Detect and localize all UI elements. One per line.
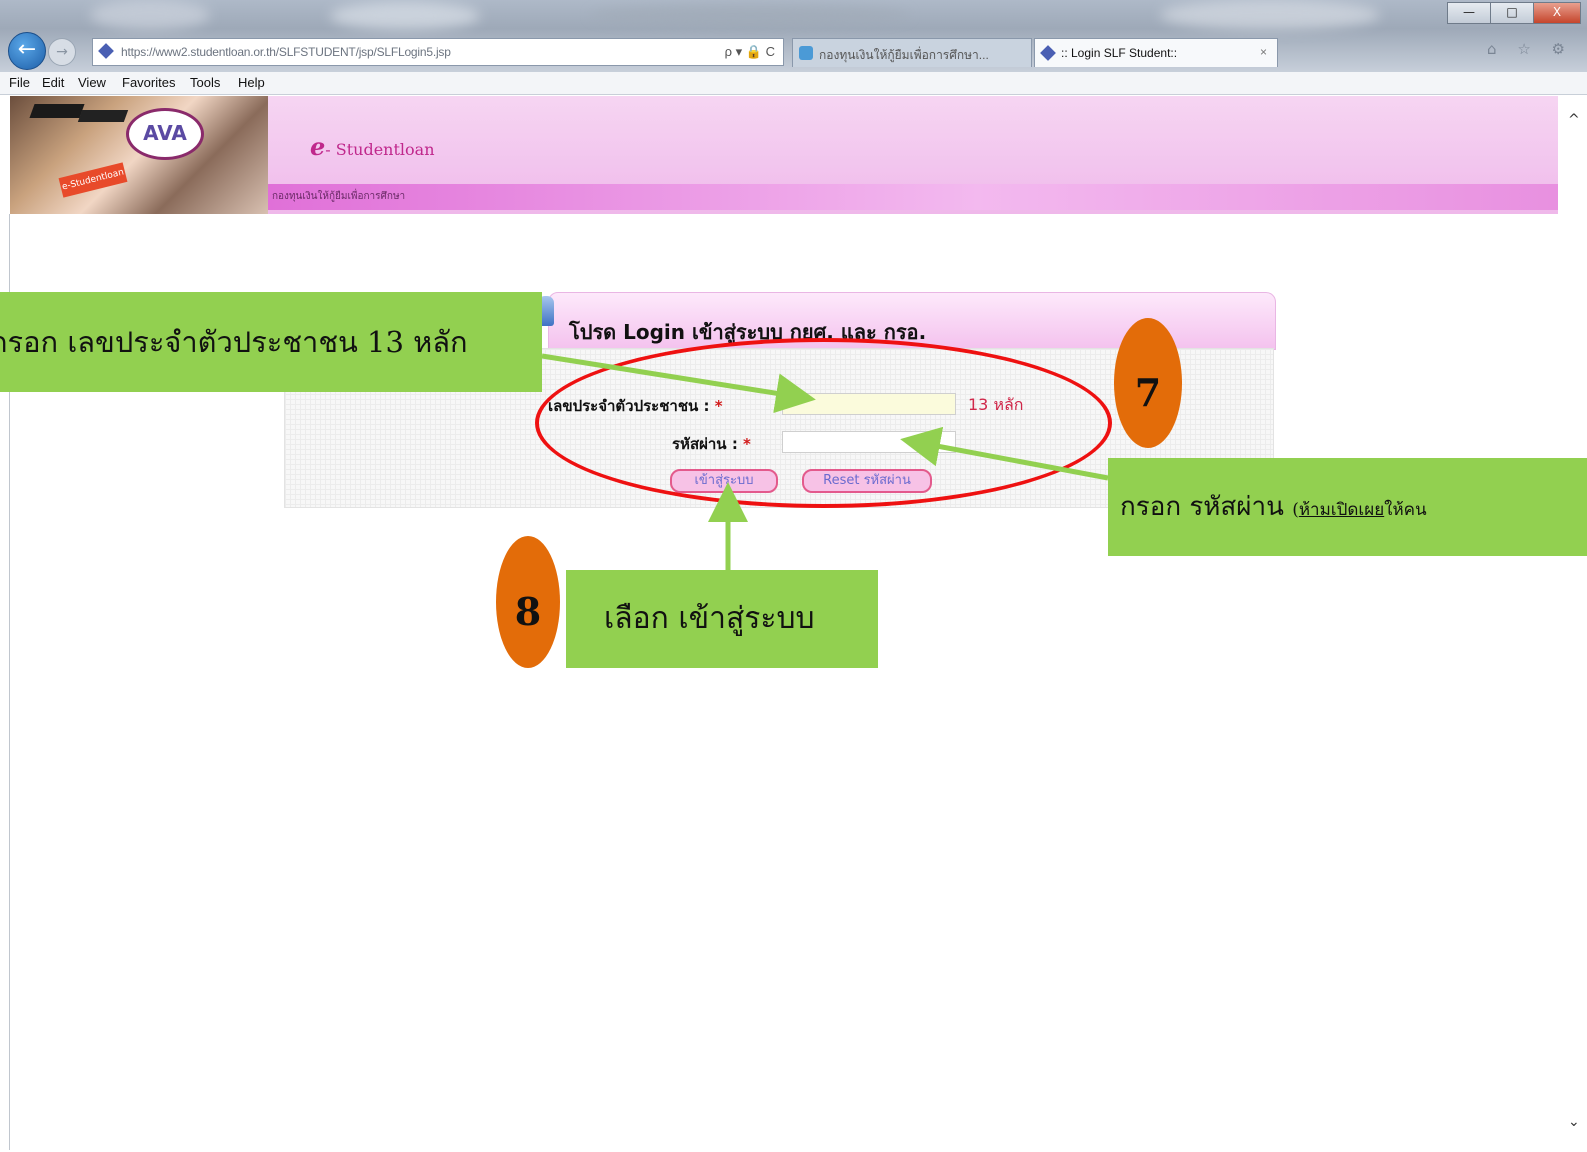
callout-password-prefix: กรอก รหัสผ่าน (1120, 492, 1293, 522)
step-badge-7: 7 (1114, 318, 1182, 448)
callout-password-warning: ห้ามเปิดเผย (1298, 500, 1385, 520)
arrow-to-password-input (900, 426, 1109, 481)
step-badge-8: 8 (496, 536, 560, 668)
callout-enter-password: กรอก รหัสผ่าน (ห้ามเปิดเผยให้คน (1108, 458, 1587, 556)
callout-select-login: เลือก เข้าสู่ระบบ (566, 570, 878, 668)
arrow-to-id-input (541, 353, 816, 414)
callout-enter-id: กรอก เลขประจำตัวประชาชน 13 หลัก (0, 292, 542, 392)
callout-password-suffix: ให้คน (1384, 500, 1427, 520)
callout-password-open: ( (1292, 500, 1299, 520)
